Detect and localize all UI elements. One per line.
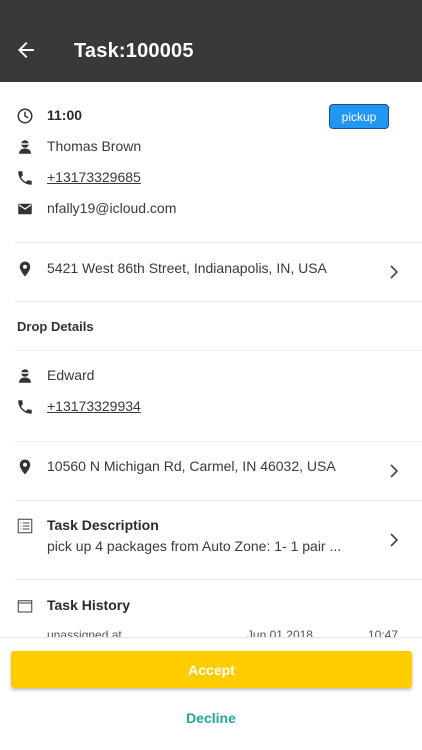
drop-details-heading: Drop Details xyxy=(17,319,94,334)
person-icon xyxy=(15,137,35,157)
drop-name: Edward xyxy=(47,367,95,383)
task-description-title: Task Description xyxy=(47,517,159,533)
divider xyxy=(15,579,422,580)
divider xyxy=(15,350,422,351)
app-bar: Task:100005 xyxy=(0,0,422,82)
task-history-title: Task History xyxy=(47,597,130,613)
phone-icon xyxy=(15,397,35,417)
list-icon xyxy=(15,516,35,536)
location-pin-icon xyxy=(15,259,35,279)
drop-address: 10560 N Michigan Rd, Carmel, IN 46032, U… xyxy=(47,458,336,474)
pickup-address: 5421 West 86th Street, Indianapolis, IN,… xyxy=(47,260,327,276)
history-row: unassigned at Jun 01 2018 10:47 xyxy=(47,628,398,637)
pickup-time: 11:00 xyxy=(47,107,83,123)
clock-icon xyxy=(15,106,35,126)
decline-button[interactable]: Decline xyxy=(0,710,422,726)
chevron-right-icon xyxy=(388,264,400,280)
chevron-right-icon xyxy=(388,532,400,548)
action-bar: Accept Decline xyxy=(0,637,422,750)
email-icon xyxy=(15,199,35,219)
task-details: 11:00 pickup Thomas Brown +13173329685 n… xyxy=(0,82,422,637)
divider xyxy=(15,301,422,302)
task-description-text: pick up 4 packages from Auto Zone: 1- 1 … xyxy=(47,538,342,554)
task-description-row[interactable]: Task Description pick up 4 packages from… xyxy=(0,501,422,579)
pickup-email: nfally19@icloud.com xyxy=(47,200,177,216)
drop-address-row[interactable]: 10560 N Michigan Rd, Carmel, IN 46032, U… xyxy=(0,442,422,500)
window-icon xyxy=(15,596,35,616)
arrow-left-icon[interactable] xyxy=(14,38,38,62)
drop-phone-link[interactable]: +13173329934 xyxy=(47,398,141,414)
pickup-address-row[interactable]: 5421 West 86th Street, Indianapolis, IN,… xyxy=(0,243,422,301)
status-badge: pickup xyxy=(329,104,389,129)
history-time: 10:47 xyxy=(367,628,398,637)
phone-icon xyxy=(15,168,35,188)
history-date: Jun 01 2018 xyxy=(246,628,313,637)
chevron-right-icon xyxy=(388,463,400,479)
location-pin-icon xyxy=(15,457,35,477)
page-title: Task:100005 xyxy=(74,40,194,62)
accept-button[interactable]: Accept xyxy=(11,651,412,688)
pickup-phone-link[interactable]: +13173329685 xyxy=(47,169,141,185)
history-status: unassigned at xyxy=(47,628,122,637)
pickup-name: Thomas Brown xyxy=(47,138,142,154)
person-icon xyxy=(15,366,35,386)
